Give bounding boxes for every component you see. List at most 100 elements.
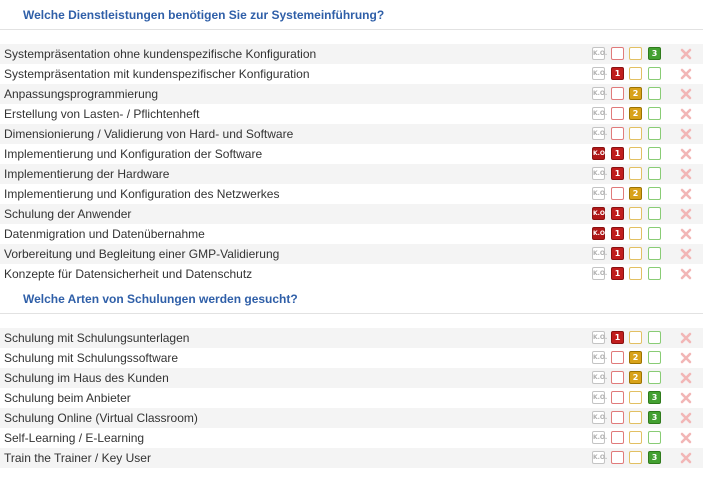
rating-2-toggle[interactable]: 2: [629, 351, 642, 364]
rating-3-toggle[interactable]: [648, 167, 661, 180]
ko-toggle[interactable]: K.O.: [592, 331, 607, 344]
rating-3-toggle[interactable]: [648, 107, 661, 120]
ko-toggle[interactable]: K.O.: [592, 267, 607, 280]
requirement-label: Systempräsentation mit kundenspezifische…: [4, 67, 310, 81]
ko-toggle[interactable]: K.O.: [592, 187, 607, 200]
delete-icon[interactable]: [679, 451, 693, 465]
rating-3-toggle[interactable]: [648, 371, 661, 384]
ko-toggle[interactable]: K.O.: [592, 67, 607, 80]
rating-3-toggle[interactable]: 3: [648, 391, 661, 404]
ko-toggle[interactable]: K.O.: [592, 207, 607, 220]
ko-toggle[interactable]: K.O.: [592, 247, 607, 260]
rating-2-toggle[interactable]: [629, 267, 642, 280]
rating-1-toggle[interactable]: 1: [611, 167, 624, 180]
delete-icon[interactable]: [679, 371, 693, 385]
ko-toggle[interactable]: K.O.: [592, 371, 607, 384]
rating-1-toggle[interactable]: 1: [611, 147, 624, 160]
rating-1-toggle[interactable]: [611, 107, 624, 120]
delete-icon[interactable]: [679, 47, 693, 61]
delete-icon[interactable]: [679, 227, 693, 241]
rating-3-toggle[interactable]: [648, 147, 661, 160]
rating-1-toggle[interactable]: [611, 187, 624, 200]
rating-1-toggle[interactable]: [611, 431, 624, 444]
rating-1-toggle[interactable]: [611, 87, 624, 100]
delete-icon[interactable]: [679, 431, 693, 445]
rating-3-toggle[interactable]: [648, 87, 661, 100]
rating-2-toggle[interactable]: [629, 227, 642, 240]
rating-2-toggle[interactable]: 2: [629, 371, 642, 384]
rating-2-toggle[interactable]: 2: [629, 187, 642, 200]
ko-toggle[interactable]: K.O.: [592, 431, 607, 444]
rating-1-toggle[interactable]: [611, 411, 624, 424]
rating-3-toggle[interactable]: [648, 187, 661, 200]
rating-3-toggle[interactable]: [648, 127, 661, 140]
ko-toggle[interactable]: K.O.: [592, 47, 607, 60]
ko-toggle[interactable]: K.O.: [592, 411, 607, 424]
rating-2-toggle[interactable]: 2: [629, 87, 642, 100]
rating-2-toggle[interactable]: [629, 391, 642, 404]
ko-toggle[interactable]: K.O.: [592, 391, 607, 404]
rating-1-toggle[interactable]: [611, 451, 624, 464]
rating-1-toggle[interactable]: 1: [611, 227, 624, 240]
delete-icon[interactable]: [679, 127, 693, 141]
delete-icon[interactable]: [679, 107, 693, 121]
rating-1-toggle[interactable]: [611, 351, 624, 364]
x-icon: [680, 48, 692, 60]
rating-2-toggle[interactable]: 2: [629, 107, 642, 120]
delete-icon[interactable]: [679, 267, 693, 281]
ko-toggle[interactable]: K.O.: [592, 147, 607, 160]
rating-2-toggle[interactable]: [629, 127, 642, 140]
x-icon: [680, 432, 692, 444]
rating-2-toggle[interactable]: [629, 331, 642, 344]
rating-3-toggle[interactable]: [648, 67, 661, 80]
rating-2-toggle[interactable]: [629, 247, 642, 260]
delete-icon[interactable]: [679, 167, 693, 181]
delete-icon[interactable]: [679, 87, 693, 101]
rating-1-toggle[interactable]: 1: [611, 207, 624, 220]
ko-toggle[interactable]: K.O.: [592, 351, 607, 364]
rating-3-toggle[interactable]: [648, 247, 661, 260]
delete-icon[interactable]: [679, 147, 693, 161]
rating-2-toggle[interactable]: [629, 431, 642, 444]
delete-icon[interactable]: [679, 187, 693, 201]
rating-2-toggle[interactable]: [629, 147, 642, 160]
rating-3-toggle[interactable]: 3: [648, 451, 661, 464]
rating-2-toggle[interactable]: [629, 451, 642, 464]
delete-icon[interactable]: [679, 331, 693, 345]
rating-2-toggle[interactable]: [629, 411, 642, 424]
ko-toggle[interactable]: K.O.: [592, 227, 607, 240]
ko-toggle[interactable]: K.O.: [592, 107, 607, 120]
requirement-label: Train the Trainer / Key User: [4, 451, 151, 465]
rating-3-toggle[interactable]: [648, 227, 661, 240]
ko-toggle[interactable]: K.O.: [592, 87, 607, 100]
delete-icon[interactable]: [679, 207, 693, 221]
rating-3-toggle[interactable]: [648, 207, 661, 220]
rating-1-toggle[interactable]: 1: [611, 67, 624, 80]
rating-3-toggle[interactable]: 3: [648, 47, 661, 60]
delete-icon[interactable]: [679, 411, 693, 425]
rating-1-toggle[interactable]: 1: [611, 247, 624, 260]
rating-1-toggle[interactable]: 1: [611, 331, 624, 344]
rating-1-toggle[interactable]: [611, 371, 624, 384]
rating-2-toggle[interactable]: [629, 47, 642, 60]
rating-3-toggle[interactable]: [648, 351, 661, 364]
delete-icon[interactable]: [679, 67, 693, 81]
rating-3-toggle[interactable]: [648, 431, 661, 444]
ko-toggle[interactable]: K.O.: [592, 451, 607, 464]
rating-1-toggle[interactable]: 1: [611, 267, 624, 280]
rating-2-toggle[interactable]: [629, 167, 642, 180]
delete-icon[interactable]: [679, 351, 693, 365]
delete-icon[interactable]: [679, 247, 693, 261]
delete-icon[interactable]: [679, 391, 693, 405]
rating-2-toggle[interactable]: [629, 67, 642, 80]
requirement-label: Anpassungsprogrammierung: [4, 87, 159, 101]
ko-toggle[interactable]: K.O.: [592, 127, 607, 140]
rating-2-toggle[interactable]: [629, 207, 642, 220]
rating-3-toggle[interactable]: [648, 331, 661, 344]
rating-1-toggle[interactable]: [611, 391, 624, 404]
rating-1-toggle[interactable]: [611, 127, 624, 140]
rating-3-toggle[interactable]: [648, 267, 661, 280]
ko-toggle[interactable]: K.O.: [592, 167, 607, 180]
rating-3-toggle[interactable]: 3: [648, 411, 661, 424]
rating-1-toggle[interactable]: [611, 47, 624, 60]
